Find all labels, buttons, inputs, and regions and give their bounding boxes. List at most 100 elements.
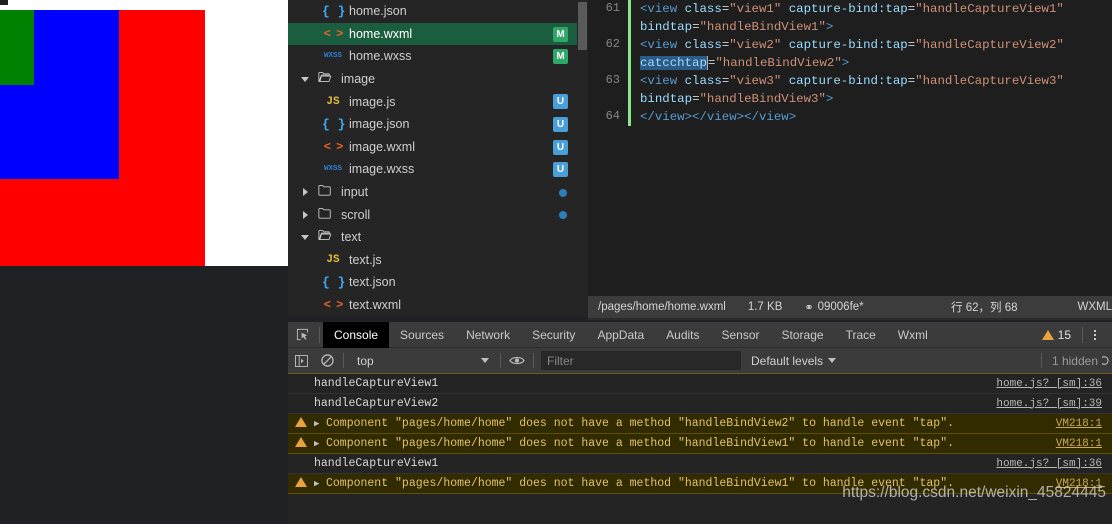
status-badge-untracked: U: [553, 162, 568, 178]
status-file-size: 1.7 KB: [747, 301, 783, 313]
console-warning-row[interactable]: ▶ Component "pages/home/home" does not ha…: [288, 434, 1112, 454]
filterbar-separator: [533, 353, 534, 368]
devtools-close-icon[interactable]: [1104, 322, 1112, 348]
file-name-label: home.json: [349, 4, 407, 19]
js-icon: JS: [326, 253, 340, 266]
code-line-62a: <view class="view2" capture-bind:tap="ha…: [640, 36, 1064, 54]
code-tag: <view: [640, 74, 685, 88]
file-tree-row-text-json[interactable]: { } text.json: [288, 271, 588, 294]
code-closing-tags: </view></view></view>: [640, 110, 797, 124]
chevron-right-icon[interactable]: [300, 186, 312, 198]
console-message-list[interactable]: handleCaptureView1 home.js? [sm]:36 handle…: [288, 374, 1112, 524]
warning-count-indicator[interactable]: 15: [1041, 327, 1079, 342]
devtools-more-options-icon[interactable]: [1086, 322, 1104, 348]
code-line-61b: bindtap="handleBindView1">: [640, 18, 833, 36]
js-icon: JS: [326, 95, 340, 108]
file-name-label: text.json: [349, 275, 396, 290]
filterbar-separator: [343, 353, 344, 368]
chevron-right-icon[interactable]: [300, 209, 312, 221]
console-source-link[interactable]: VM218:1: [1056, 478, 1112, 490]
view2-blue-box[interactable]: [0, 10, 119, 179]
editor-code-area[interactable]: <view class="view1" capture-bind:tap="ha…: [640, 0, 1112, 296]
file-tree-row-home-json[interactable]: { } home.json: [288, 0, 588, 23]
warning-triangle-icon: [288, 436, 314, 451]
chevron-down-icon: [828, 358, 837, 363]
file-name-label: input: [341, 185, 369, 200]
filterbar-separator: [500, 353, 501, 368]
clear-console-icon[interactable]: [314, 348, 340, 374]
file-tree-row-home-wxml[interactable]: < > home.wxml M: [288, 22, 588, 46]
console-source-link[interactable]: home.js? [sm]:39: [996, 398, 1112, 410]
tab-sources[interactable]: Sources: [389, 322, 455, 348]
line-number: 63: [605, 73, 620, 87]
status-language-mode[interactable]: WXML: [1078, 301, 1112, 313]
tab-network[interactable]: Network: [455, 322, 521, 348]
folder-icon: [314, 229, 336, 245]
code-attr: bindtap: [640, 20, 693, 34]
file-tree-row-input[interactable]: input: [288, 181, 588, 204]
console-source-link[interactable]: VM218:1: [1056, 438, 1112, 450]
simulator-statusbar: [0, 0, 8, 5]
file-tree-row-image[interactable]: image: [288, 68, 588, 91]
tab-appdata[interactable]: AppData: [586, 322, 655, 348]
file-name-label: image: [341, 72, 376, 87]
status-cursor-position[interactable]: 行 62，列 68: [951, 299, 1017, 315]
expand-arrow-icon[interactable]: ▶: [314, 439, 326, 449]
file-tree-row-home-wxss[interactable]: WXSS home.wxss M: [288, 45, 588, 68]
wxss-icon: WXSS: [323, 52, 342, 61]
console-log-row[interactable]: handleCaptureView1 home.js? [sm]:36: [288, 454, 1112, 474]
tab-storage[interactable]: Storage: [771, 322, 835, 348]
tab-trace[interactable]: Trace: [835, 322, 887, 348]
wxml-icon: < >: [323, 26, 344, 41]
live-expression-eye-icon[interactable]: [504, 348, 530, 374]
console-settings-gear-icon[interactable]: [1102, 348, 1112, 374]
wxml-icon: < >: [323, 139, 344, 154]
file-tree-row-text[interactable]: text: [288, 226, 588, 249]
tab-console[interactable]: Console: [323, 322, 390, 348]
status-file-path[interactable]: /pages/home/home.wxml: [598, 301, 726, 313]
chevron-down-icon[interactable]: [300, 231, 312, 243]
console-source-link[interactable]: home.js? [sm]:36: [996, 458, 1112, 470]
file-tree-scrollbar-thumb[interactable]: [578, 2, 587, 50]
file-tree-row-image-js[interactable]: JS image.js U: [288, 90, 588, 113]
log-levels-select[interactable]: Default levels: [741, 348, 846, 374]
console-message-text: Component "pages/home/home" does not hav…: [326, 477, 955, 490]
inspect-element-icon[interactable]: [288, 322, 316, 348]
file-tree-scrollbar[interactable]: [577, 0, 588, 316]
file-tree-row-text-js[interactable]: JS text.js: [288, 249, 588, 272]
console-filter-input[interactable]: [541, 351, 741, 370]
expand-arrow-icon[interactable]: ▶: [314, 419, 326, 429]
code-editor[interactable]: 61 62 63 64 <view class="view1" capture-…: [588, 0, 1112, 296]
code-tag-close: >: [825, 20, 834, 34]
tab-wxml[interactable]: Wxml: [887, 322, 939, 348]
view1-red-box[interactable]: [0, 10, 205, 266]
view3-green-box[interactable]: [0, 10, 34, 85]
status-git-branch[interactable]: ⚭ 09006fe*: [804, 301, 863, 314]
expand-arrow-icon[interactable]: ▶: [314, 479, 326, 489]
execution-context-select[interactable]: top: [347, 348, 497, 374]
chevron-down-icon[interactable]: [300, 73, 312, 85]
console-message-text: handleCaptureView1: [314, 457, 439, 470]
console-warning-row[interactable]: ▶ Component "pages/home/home" does not ha…: [288, 414, 1112, 434]
file-name-label: image.wxss: [349, 162, 415, 177]
console-log-row[interactable]: handleCaptureView1 home.js? [sm]:36: [288, 374, 1112, 394]
file-tree-row-image-wxss[interactable]: WXSS image.wxss U: [288, 158, 588, 181]
tab-sensor[interactable]: Sensor: [711, 322, 771, 348]
tab-security[interactable]: Security: [521, 322, 586, 348]
chevron-down-icon: [481, 358, 489, 363]
console-sidebar-toggle-icon[interactable]: [288, 348, 314, 374]
branch-icon: ⚭: [804, 301, 814, 314]
file-tree-row-image-wxml[interactable]: < > image.wxml U: [288, 136, 588, 159]
file-tree-row-scroll[interactable]: scroll: [288, 203, 588, 226]
console-warning-row[interactable]: ▶ Component "pages/home/home" does not ha…: [288, 474, 1112, 494]
warning-count-label: 15: [1057, 327, 1071, 342]
console-source-link[interactable]: VM218:1: [1056, 418, 1112, 430]
console-source-link[interactable]: home.js? [sm]:36: [996, 378, 1112, 390]
file-tree-row-text-wxml[interactable]: < > text.wxml: [288, 294, 588, 316]
selected-token[interactable]: catcchtap: [640, 56, 708, 70]
file-explorer[interactable]: { } home.json < > home.wxml M WXSS home.wxss M i…: [288, 0, 588, 316]
tab-audits[interactable]: Audits: [655, 322, 710, 348]
console-log-row[interactable]: handleCaptureView2 home.js? [sm]:39: [288, 394, 1112, 414]
file-tree-row-image-json[interactable]: { } image.json U: [288, 113, 588, 136]
app-window: { } home.json < > home.wxml M WXSS home.wxss M i…: [0, 0, 1112, 524]
